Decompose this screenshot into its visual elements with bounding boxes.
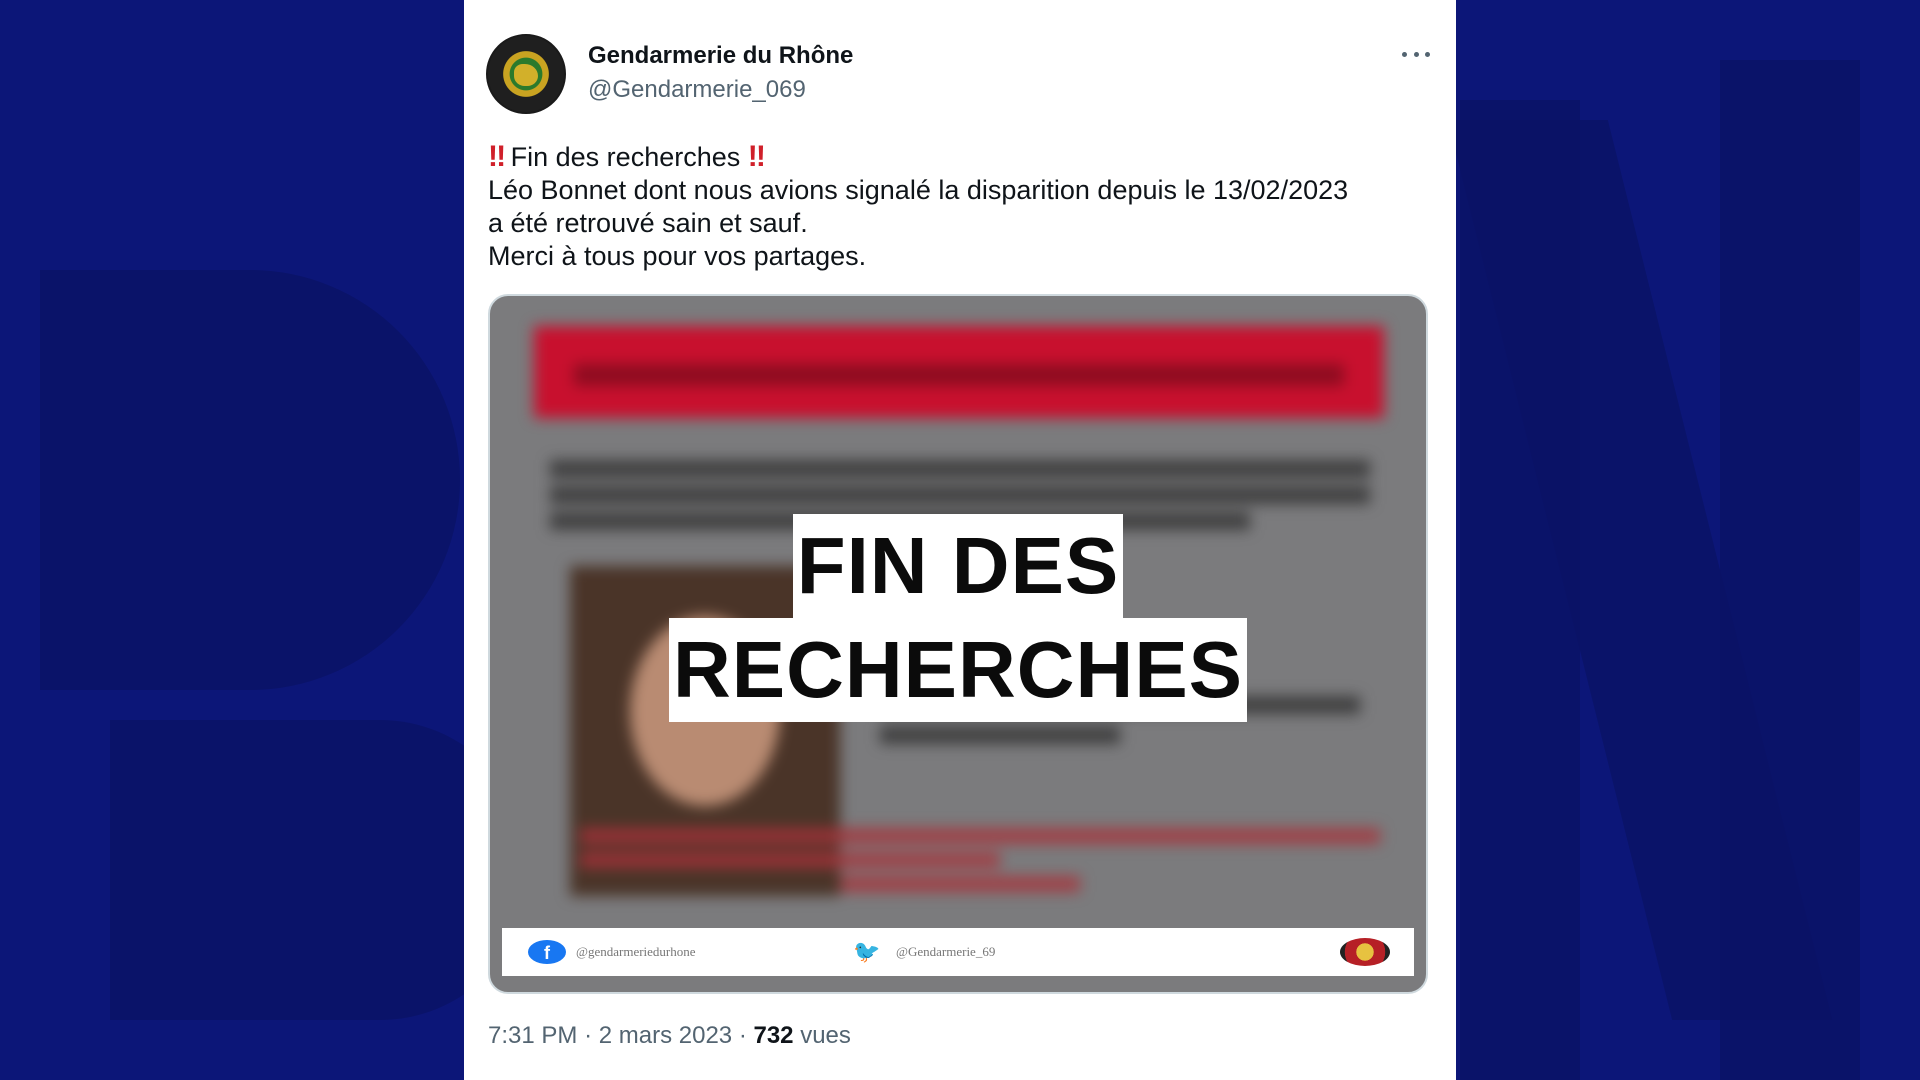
tweet-text: ‼ Fin des recherches ‼ Léo Bonnet dont n… [488,140,1428,273]
meta-separator: · [738,1022,747,1049]
author-name[interactable]: Gendarmerie du Rhône [588,42,853,70]
tweet-card: Gendarmerie du Rhône @Gendarmerie_069 ‼ … [464,0,1456,1080]
blurred-poster [490,296,1426,992]
views-label: vues [800,1022,851,1049]
poster-face [630,616,780,806]
poster-red-text [840,876,1080,892]
tweet-meta: 7:31 PM · 2 mars 2023 · 732 vues [488,1022,851,1050]
facebook-handle: @gendarmeriedurhone [576,944,696,959]
double-exclamation-icon: ‼ [488,140,506,173]
poster-text-block [550,486,1370,504]
avatar[interactable] [486,34,566,114]
twitter-handle: @Gendarmerie_69 [896,944,996,959]
poster-red-text [580,852,1000,868]
poster-text-block [880,696,1360,714]
views-count: 732 [753,1022,794,1049]
poster-text-block [550,460,1370,478]
poster-text-block [550,512,1250,530]
poster-red-text [580,828,1380,844]
gendarmerie-emblem-icon [1340,938,1390,966]
meta-separator: · [584,1022,593,1049]
background-logo-shape [40,270,460,690]
more-horizontal-icon [1413,51,1419,57]
tweet-text-line: a été retrouvé sain et sauf. [488,208,808,238]
facebook-icon: f [528,940,566,964]
tweet-headline: Fin des recherches [510,142,741,172]
double-exclamation-icon: ‼ [747,140,766,173]
tweet-text-line: ‼ Fin des recherches ‼ [488,140,1428,174]
tweet-header: Gendarmerie du Rhône @Gendarmerie_069 [486,34,1436,114]
tweet-text-line: Léo Bonnet dont nous avions signalé la d… [488,175,1349,205]
tweet-time[interactable]: 7:31 PM [488,1022,577,1049]
twitter-bird-icon: 🐦 [853,939,881,964]
tweet-media-image[interactable]: f @gendarmeriedurhone 🐦 @Gendarmerie_69 … [488,294,1428,994]
poster-red-banner [534,326,1384,418]
more-horizontal-icon [1425,51,1430,57]
more-horizontal-icon [1402,51,1407,57]
more-options-button[interactable] [1396,42,1436,66]
author-handle[interactable]: @Gendarmerie_069 [588,76,806,104]
tweet-text-line: Merci à tous pour vos partages. [488,241,867,271]
poster-footer: f @gendarmeriedurhone 🐦 @Gendarmerie_69 [502,928,1414,976]
tweet-date[interactable]: 2 mars 2023 [599,1022,732,1049]
poster-text-block [880,726,1120,744]
